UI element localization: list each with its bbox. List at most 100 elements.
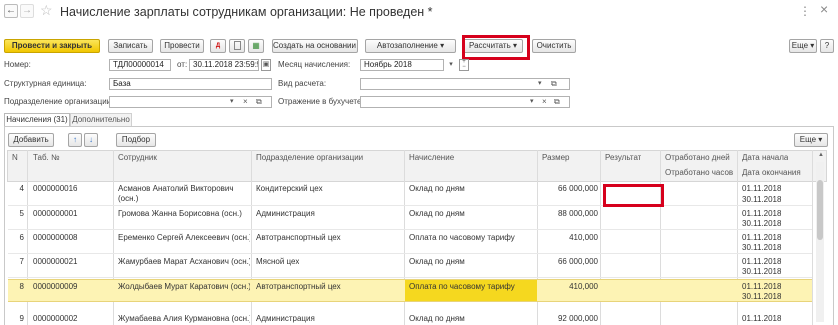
col-worked-days-header[interactable]: Отработано дней xyxy=(665,153,730,162)
add-button[interactable]: Добавить xyxy=(8,133,54,147)
col-worked-hours-header[interactable]: Отработано часов xyxy=(665,168,733,177)
row-amount: 66 000,000 xyxy=(557,184,598,193)
calc-type-label: Вид расчета: xyxy=(278,79,327,88)
move-up-icon[interactable]: ↑ xyxy=(68,133,82,147)
row-amount: 66 000,000 xyxy=(557,257,598,266)
calculate-highlight xyxy=(462,35,530,60)
tab-additional[interactable]: Дополнительно xyxy=(70,113,132,126)
row-date-start: 01.11.2018 xyxy=(742,282,782,291)
number-field[interactable]: ТДЛ00000014 xyxy=(109,59,171,71)
more-button[interactable]: Еще ▾ xyxy=(789,39,817,53)
col-n-header[interactable]: N xyxy=(12,153,18,162)
help-button[interactable]: ? xyxy=(820,39,834,53)
tab-accruals[interactable]: Начисления (31) xyxy=(4,113,70,126)
save-button[interactable]: Записать xyxy=(108,39,153,53)
row-dept: Администрация xyxy=(256,314,315,323)
col-dept-header[interactable]: Подразделение организации xyxy=(256,153,363,162)
accounting-open-icon[interactable]: ⧉ xyxy=(554,96,560,108)
autofill-button[interactable]: Автозаполнение ▾ xyxy=(365,39,456,53)
row-dept: Автотранспортный цех xyxy=(256,282,341,291)
accounting-clear-icon[interactable]: × xyxy=(542,96,547,108)
dept-open-icon[interactable]: ⧉ xyxy=(256,96,262,108)
month-stepper[interactable]: + − xyxy=(459,59,469,71)
col-result-header[interactable]: Результат xyxy=(605,153,641,162)
accounting-field[interactable] xyxy=(360,96,570,108)
row-date-start: 01.11.2018 xyxy=(742,184,782,193)
row-date-end: 30.11.2018 xyxy=(742,292,782,301)
struct-unit-label: Структурная единица: xyxy=(4,79,87,88)
scroll-up-icon[interactable]: ▲ xyxy=(818,152,824,158)
table-more-button[interactable]: Еще ▾ xyxy=(794,133,828,147)
close-icon[interactable]: × xyxy=(820,1,828,17)
col-date-end-header[interactable]: Дата окончания xyxy=(742,168,801,177)
month-field[interactable]: Ноябрь 2018 xyxy=(360,59,444,71)
move-down-icon[interactable]: ↓ xyxy=(84,133,98,147)
report-icon[interactable] xyxy=(229,39,245,53)
row-accrual: Оклад по дням xyxy=(409,184,465,193)
row-dept: Кондитерский цех xyxy=(256,184,323,193)
row-date-start: 01.11.2018 xyxy=(742,257,782,266)
col-date-start-header[interactable]: Дата начала xyxy=(742,153,788,162)
row-amount: 410,000 xyxy=(569,233,598,242)
accounting-label: Отражение в бухучете: xyxy=(278,97,364,106)
date-field[interactable]: 30.11.2018 23:59:5 xyxy=(189,59,259,71)
row-employee: Жолдыбаев Мурат Каратович (осн.) xyxy=(118,282,250,291)
row-dept: Администрация xyxy=(256,209,315,218)
post-and-close-button[interactable]: Провести и закрыть xyxy=(4,39,100,53)
row-accrual: Оклад по дням xyxy=(409,209,465,218)
col-divider xyxy=(812,150,813,325)
row-accrual: Оклад по дням xyxy=(409,314,465,323)
create-based-button[interactable]: Создать на основании ▾ xyxy=(272,39,358,53)
row-date-start: 01.11.2018 xyxy=(742,209,782,218)
dept-clear-icon[interactable]: × xyxy=(243,96,248,108)
forward-button[interactable]: → xyxy=(20,4,34,18)
calendar-icon[interactable]: ▣ xyxy=(261,59,271,71)
col-accrual-header[interactable]: Начисление xyxy=(409,153,454,162)
row-tab: 0000000001 xyxy=(33,209,78,218)
struct-unit-field[interactable]: База xyxy=(109,78,272,90)
row-employee-suffix: (осн.) xyxy=(118,194,139,203)
row-dept: Мясной цех xyxy=(256,257,300,266)
row-tab: 0000000016 xyxy=(33,184,78,193)
row-date-start: 01.11.2018 xyxy=(742,233,782,242)
accounting-dropdown-icon[interactable]: ▾ xyxy=(530,96,534,108)
select-button[interactable]: Подбор xyxy=(116,133,156,147)
row-employee: Жамурбаев Марат Асханович (осн.) xyxy=(118,257,250,266)
row-dept: Автотранспортный цех xyxy=(256,233,341,242)
structure-icon[interactable]: ▦ xyxy=(248,39,264,53)
scrollbar-thumb[interactable] xyxy=(817,180,823,240)
row-employee: Асманов Анатолий Викторович xyxy=(118,184,234,193)
favorite-star-icon[interactable]: ☆ xyxy=(40,2,53,19)
back-button[interactable]: ← xyxy=(4,4,18,18)
row-date-end: 30.11.2018 xyxy=(742,243,782,252)
dept-dropdown-icon[interactable]: ▾ xyxy=(230,96,234,108)
row-tab: 0000000021 xyxy=(33,257,78,266)
col-amount-header[interactable]: Размер xyxy=(542,153,570,162)
clear-button[interactable]: Очистить xyxy=(532,39,576,53)
row-date-start: 01.11.2018 xyxy=(742,314,782,323)
row-amount: 410,000 xyxy=(569,282,598,291)
dept-label: Подразделение организации: xyxy=(4,97,114,106)
row-n: 6 xyxy=(19,233,24,242)
post-button[interactable]: Провести xyxy=(160,39,204,53)
row-tab: 0000000009 xyxy=(33,282,78,291)
month-label: Месяц начисления: xyxy=(278,60,351,69)
page-title: Начисление зарплаты сотрудникам организа… xyxy=(60,5,433,19)
dt-kt-icon[interactable]: Д xyxy=(210,39,226,53)
row-accrual: Оплата по часовому тарифу xyxy=(409,282,515,291)
calc-type-open-icon[interactable]: ⧉ xyxy=(551,78,561,90)
calc-type-dropdown-icon[interactable]: ▾ xyxy=(538,78,548,90)
row-tab: 0000000002 xyxy=(33,314,78,323)
result-highlight xyxy=(603,184,664,207)
row-tab: 0000000008 xyxy=(33,233,78,242)
row-n: 9 xyxy=(19,314,24,323)
row-amount: 92 000,000 xyxy=(557,314,598,323)
row-amount: 88 000,000 xyxy=(557,209,598,218)
row-n: 7 xyxy=(19,257,24,266)
row-date-end: 30.11.2018 xyxy=(742,219,782,228)
kebab-menu-icon[interactable]: ⋮ xyxy=(799,4,811,18)
month-dropdown-icon[interactable]: ▾ xyxy=(446,59,456,71)
col-employee-header[interactable]: Сотрудник xyxy=(118,153,157,162)
row-employee: Еременко Сергей Алексеевич (осн.) xyxy=(118,233,250,242)
col-tab-header[interactable]: Таб. № xyxy=(33,153,60,162)
